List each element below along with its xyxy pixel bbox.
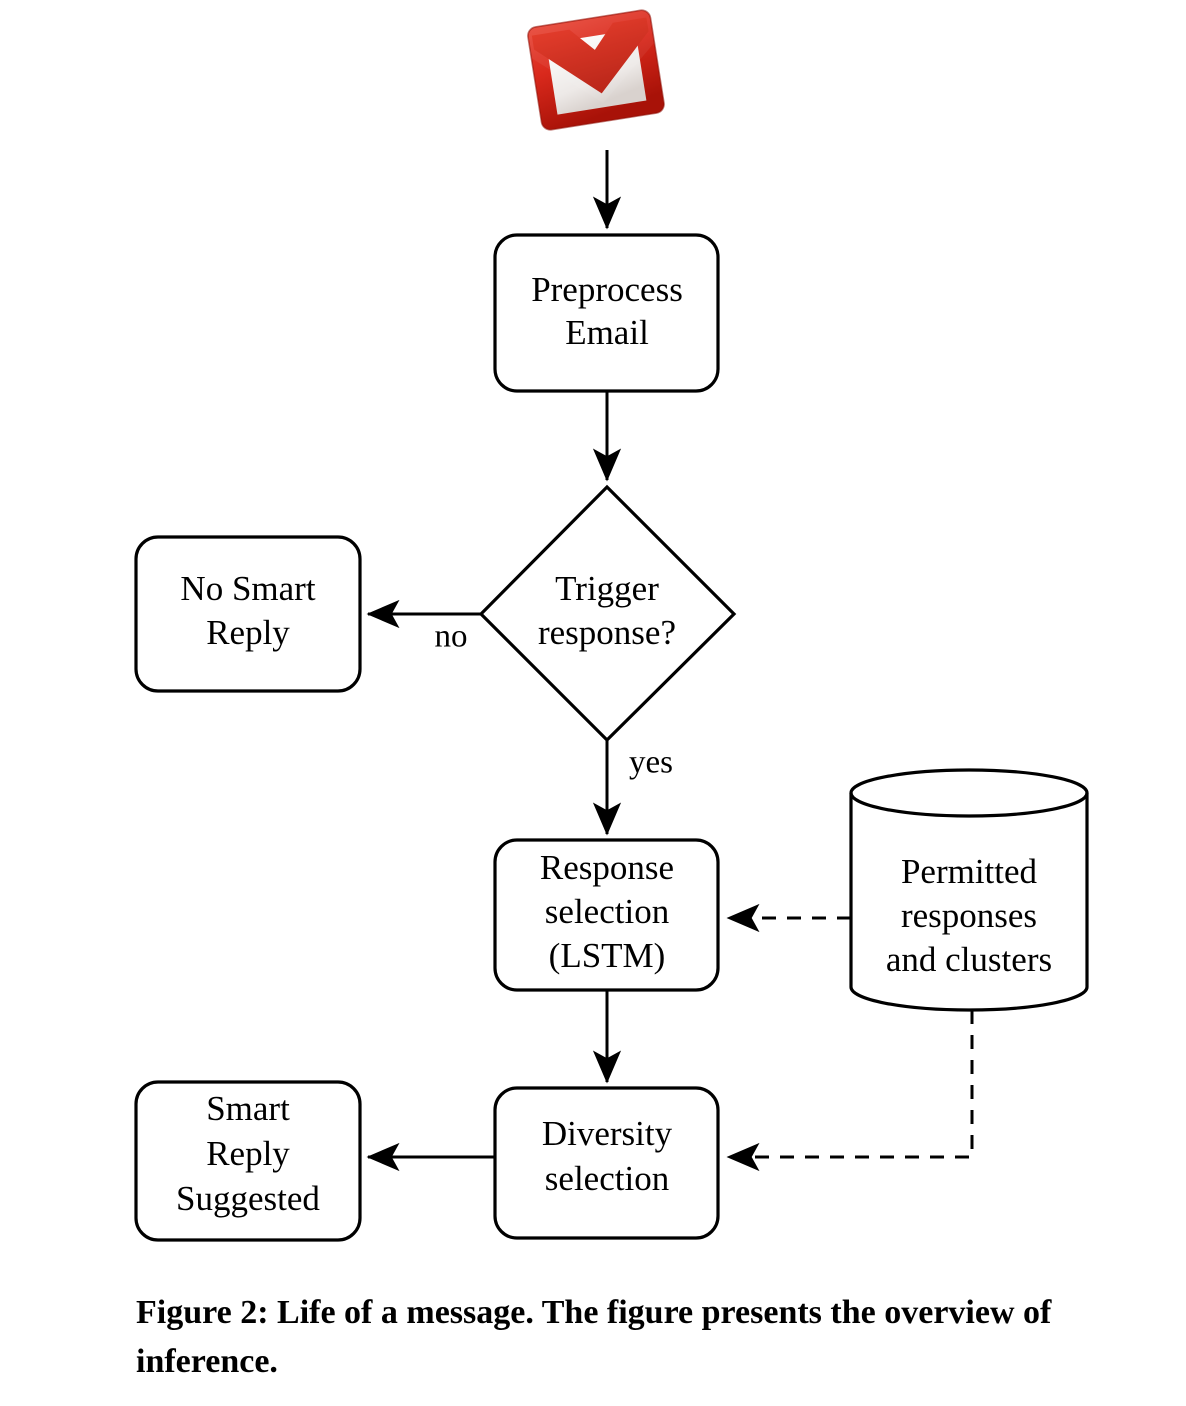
node-permitted-responses-datastore[interactable]: Permitted responses and clusters	[849, 768, 1089, 1012]
node-smart-reply-line1: Smart	[206, 1089, 290, 1128]
node-diversity-line1: Diversity	[542, 1114, 673, 1153]
node-no-smart-reply-line2: Reply	[206, 613, 290, 652]
figure-caption: Figure 2: Life of a message. The figure …	[136, 1294, 1052, 1381]
node-trigger-response-decision[interactable]: Trigger response?	[478, 484, 737, 743]
node-response-selection-line1: Response	[540, 848, 674, 887]
node-smart-reply-line3: Suggested	[176, 1179, 320, 1218]
flowchart-diagram: Preprocess Email Trigger response? no ye…	[134, 8, 1089, 1242]
node-trigger-line1: Trigger	[555, 569, 659, 608]
node-response-selection-line3: (LSTM)	[549, 936, 666, 975]
edge-permitted-to-diversity-dashed	[726, 1010, 974, 1172]
node-permitted-line2: responses	[901, 896, 1037, 935]
gmail-logo-icon	[526, 8, 665, 131]
node-smart-reply-suggested[interactable]: Smart Reply Suggested	[134, 1080, 362, 1242]
node-diversity-line2: selection	[545, 1159, 669, 1198]
node-no-smart-reply[interactable]: No Smart Reply	[134, 535, 362, 693]
node-smart-reply-line2: Reply	[206, 1134, 290, 1173]
node-preprocess-email[interactable]: Preprocess Email	[493, 233, 720, 393]
node-trigger-line2: response?	[538, 613, 676, 652]
node-permitted-line3: and clusters	[886, 940, 1052, 979]
figure-container: Preprocess Email Trigger response? no ye…	[0, 0, 1186, 1406]
edge-label-no: no	[435, 619, 468, 655]
edge-label-yes: yes	[629, 745, 673, 781]
node-permitted-line1: Permitted	[901, 852, 1038, 891]
node-response-selection-line2: selection	[545, 892, 669, 931]
node-no-smart-reply-line1: No Smart	[180, 569, 315, 608]
node-preprocess-email-line2: Email	[565, 313, 649, 352]
node-response-selection[interactable]: Response selection (LSTM)	[493, 838, 720, 992]
node-diversity-selection[interactable]: Diversity selection	[493, 1086, 720, 1240]
node-preprocess-email-line1: Preprocess	[531, 270, 683, 309]
